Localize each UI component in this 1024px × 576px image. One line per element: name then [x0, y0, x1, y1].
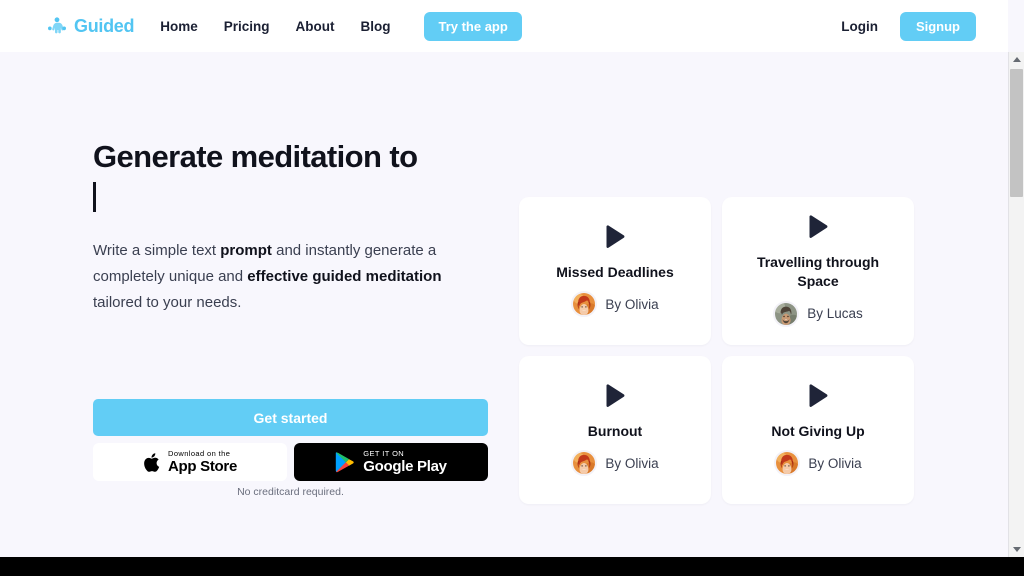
- scroll-thumb[interactable]: [1010, 69, 1023, 197]
- text-cursor-icon: [93, 181, 96, 212]
- card-author-name: By Olivia: [605, 296, 659, 312]
- meditation-card[interactable]: Missed Deadlines By Olivia: [519, 197, 711, 345]
- meditation-card[interactable]: Burnout By Olivia: [519, 356, 711, 504]
- hero-section: Generate meditation to Write a simple te…: [93, 137, 493, 316]
- card-author-name: By Olivia: [808, 455, 862, 471]
- nav-link-blog[interactable]: Blog: [360, 19, 390, 34]
- signup-button[interactable]: Signup: [899, 11, 976, 41]
- main-content: Generate meditation to Write a simple te…: [0, 52, 1008, 557]
- app-store-badge[interactable]: Download on the App Store: [93, 443, 287, 481]
- scroll-down-button[interactable]: [1009, 542, 1024, 557]
- play-icon[interactable]: [604, 383, 626, 408]
- meditation-cards-grid: Missed Deadlines By Olivia Travelling th…: [519, 197, 914, 504]
- google-play-badge-small: GET IT ON: [363, 448, 405, 458]
- play-icon[interactable]: [807, 215, 829, 239]
- login-button[interactable]: Login: [841, 19, 878, 34]
- avatar: [571, 291, 598, 318]
- card-title: Burnout: [587, 422, 643, 439]
- apple-icon: [144, 452, 160, 472]
- avatar: [773, 300, 800, 327]
- scroll-down-arrow-icon: [1012, 547, 1021, 552]
- avatar: [774, 450, 801, 477]
- vertical-scrollbar[interactable]: [1008, 52, 1024, 557]
- card-author: By Lucas: [773, 300, 863, 327]
- header-actions: Login Signup: [841, 11, 976, 41]
- card-author: By Olivia: [571, 450, 659, 477]
- site-header: Guided Home Pricing About Blog Try the a…: [0, 0, 1008, 52]
- nav-link-pricing[interactable]: Pricing: [224, 19, 270, 34]
- card-author-name: By Olivia: [605, 455, 659, 471]
- brand-logo-link[interactable]: Guided: [46, 15, 135, 37]
- card-title: Missed Deadlines: [556, 263, 674, 280]
- avatar-lucas-image: [775, 302, 798, 325]
- no-creditcard-note: No creditcard required.: [237, 486, 344, 498]
- nav-link-about[interactable]: About: [295, 19, 334, 34]
- get-started-button[interactable]: Get started: [93, 399, 488, 436]
- card-title: Travelling through Space: [756, 254, 880, 289]
- avatar-olivia-image: [573, 293, 596, 316]
- google-play-badge-big: Google Play: [363, 458, 447, 476]
- card-author-name: By Lucas: [807, 306, 863, 322]
- google-play-badge-text: GET IT ON Google Play: [363, 448, 447, 476]
- avatar-olivia-image: [573, 452, 596, 475]
- app-store-badge-small: Download on the: [168, 448, 231, 458]
- avatar-olivia-image: [776, 452, 799, 475]
- page-root: Guided Home Pricing About Blog Try the a…: [0, 0, 1024, 576]
- app-store-badges: Download on the App Store GET IT ON Goog…: [93, 443, 488, 481]
- play-icon[interactable]: [807, 383, 829, 408]
- brand-name: Guided: [74, 15, 135, 36]
- hero-title-line1: Generate meditation to: [93, 139, 418, 174]
- meditation-card[interactable]: Not Giving Up By Olivia: [722, 356, 914, 504]
- app-store-badge-text: Download on the App Store: [168, 450, 237, 475]
- scroll-up-button[interactable]: [1009, 52, 1024, 67]
- card-author: By Olivia: [571, 291, 659, 318]
- hero-desc-part1: Write a simple text: [93, 242, 221, 260]
- card-author: By Olivia: [774, 450, 862, 477]
- main-navigation: Home Pricing About Blog Try the app: [160, 11, 522, 41]
- nav-link-home[interactable]: Home: [160, 19, 198, 34]
- google-play-icon: [336, 452, 355, 473]
- hero-desc-bold2: effective guided meditation: [247, 268, 442, 286]
- play-icon[interactable]: [604, 224, 626, 249]
- app-store-badge-big: App Store: [168, 458, 237, 476]
- hero-desc-bold1: prompt: [220, 242, 272, 260]
- try-the-app-button[interactable]: Try the app: [424, 11, 522, 41]
- hero-description: Write a simple text prompt and instantly…: [93, 238, 485, 315]
- bottom-bar: [0, 557, 1024, 576]
- meditation-figure-icon: [48, 17, 66, 34]
- avatar: [571, 450, 598, 477]
- google-play-badge[interactable]: GET IT ON Google Play: [294, 443, 488, 481]
- scroll-up-arrow-icon: [1012, 57, 1021, 62]
- meditation-card[interactable]: Travelling through Space By Lucas: [722, 197, 914, 345]
- hero-desc-part3: tailored to your needs.: [93, 293, 242, 311]
- page-title: Generate meditation to: [93, 137, 493, 216]
- card-title: Not Giving Up: [771, 422, 865, 439]
